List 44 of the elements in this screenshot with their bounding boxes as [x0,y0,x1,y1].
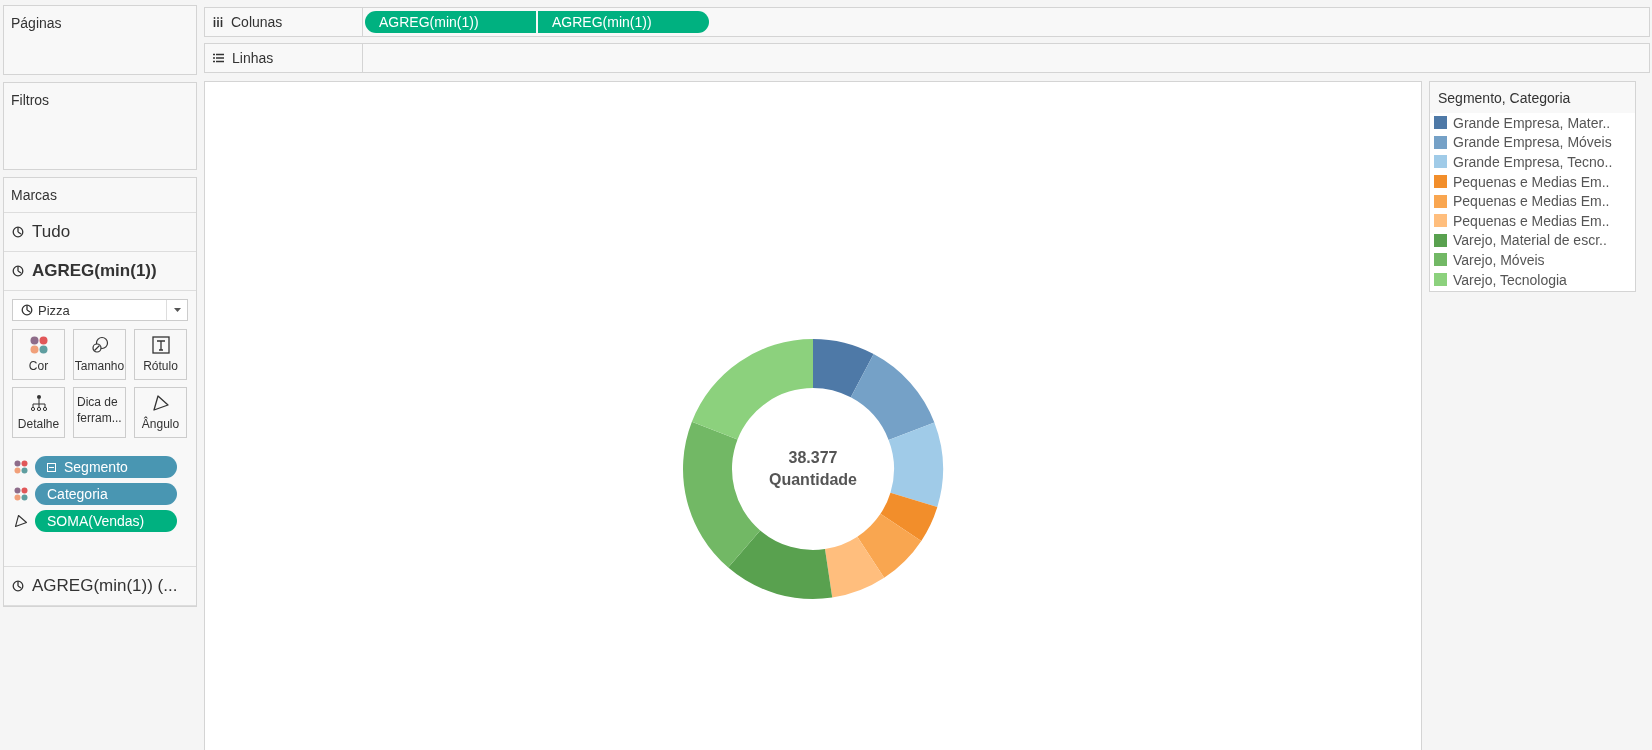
mark-property-button[interactable]: Tamanho [73,329,126,380]
legend-label: Varejo, Material de escr.. [1453,232,1607,249]
mark-type-dropdown[interactable]: Pizza [12,299,188,321]
panel-title: Páginas [10,14,63,33]
columns-icon [213,17,223,27]
color-dots-icon [29,336,48,354]
legend-label: Varejo, Tecnologia [1453,271,1567,288]
mark-property-button[interactable]: Cor [12,329,65,380]
pie-mark-icon [12,265,24,277]
legend-label: Grande Empresa, Tecno.. [1453,154,1613,170]
mark-property-button[interactable]: Ângulo [134,387,187,438]
legend-label: Pequenas e Medias Em.. [1453,212,1610,229]
marks-layer[interactable]: AGREG(min(1)) (... [4,567,196,606]
marks-layer[interactable]: Tudo [4,213,196,252]
shelf-label: Linhas [232,50,274,66]
mark-property-button[interactable]: Rótulo [134,329,187,380]
angle-wedge-icon [14,514,28,528]
mark-property-button[interactable]: Dica de ferram... [73,387,126,438]
text-box-icon [151,336,170,354]
caret-icon [173,308,181,312]
shelf-label: Colunas [231,14,283,30]
legend-label: Grande Empresa, Mater.. [1453,114,1611,131]
legend-label: Pequenas e Medias Em.. [1453,193,1610,210]
legend-label: Pequenas e Medias Em.. [1453,173,1610,190]
hierarchy-icon [29,394,48,412]
pie-mark-icon [12,580,24,592]
pie-mark-icon [21,304,33,316]
mark-property-button[interactable]: Detalhe [12,387,65,438]
panel-title: Filtros [10,91,51,110]
color-dots-icon [14,460,28,474]
panel-title: Marcas [4,178,196,213]
color-dots-icon [14,487,28,501]
pie-mark-icon [12,226,24,238]
legend-label: Varejo, Móveis [1453,251,1545,268]
circles-icon [90,336,109,354]
collapse-icon[interactable] [47,462,56,472]
legend-label: Grande Empresa, Móveis [1453,134,1612,151]
rows-icon [213,53,224,63]
total-caption: Quantidade [769,469,857,490]
legend-title: Segmento, Categoria [1430,82,1635,113]
total-value: 38.377 [788,447,838,468]
angle-wedge-icon [151,394,170,412]
donut-slice [857,513,922,578]
marks-layer[interactable]: AGREG(min(1)) [4,252,196,291]
